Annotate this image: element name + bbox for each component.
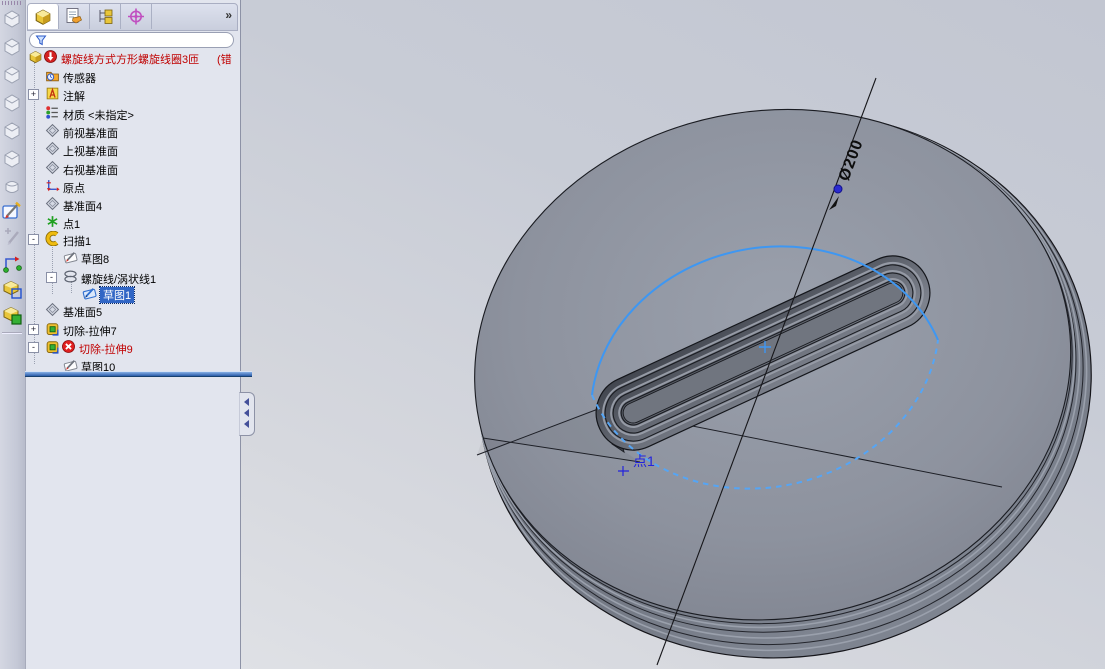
tree-row[interactable]: + 切除-拉伸7 [25, 321, 240, 338]
tree-item-label[interactable]: 草图8 [81, 251, 109, 267]
annotations-icon [45, 86, 60, 101]
toolbar-separator [2, 332, 22, 334]
expand-toggle[interactable]: - [46, 272, 57, 283]
tree-row[interactable]: 右视基准面 [25, 160, 240, 177]
dimension-point [833, 184, 843, 194]
expand-toggle[interactable]: - [28, 342, 39, 353]
point-icon [45, 214, 60, 229]
view-cube-icon[interactable] [1, 64, 23, 86]
tree-item-label[interactable]: 原点 [63, 180, 85, 196]
sketch-icon [63, 357, 78, 372]
sensors-icon [45, 68, 60, 83]
rollback-bar[interactable] [25, 371, 252, 377]
helix-icon [63, 269, 78, 284]
left-view-toolbar [0, 0, 26, 669]
route-tool-icon[interactable] [1, 252, 23, 274]
part-title-suffix: (错 [217, 54, 232, 66]
tree-row[interactable]: 传感器 [25, 68, 240, 85]
expand-toggle[interactable]: + [28, 89, 39, 100]
tree-row-error[interactable]: - 切除-拉伸9 [25, 339, 240, 356]
filter-funnel-icon [35, 34, 47, 46]
plane-icon [45, 196, 60, 211]
tree-row[interactable]: - 螺旋线/涡状线1 [25, 269, 240, 286]
collapse-arrow-icon [244, 409, 249, 417]
disc-model[interactable]: Ø200 点1 [438, 64, 1105, 669]
tab-configurationmanager[interactable] [90, 4, 121, 29]
sketch-icon [63, 249, 78, 264]
tree-row[interactable]: 材质 <未指定> [25, 105, 240, 122]
tree-item-label[interactable]: 基准面5 [63, 304, 102, 320]
expand-toggle[interactable]: - [28, 234, 39, 245]
error-icon [61, 339, 76, 354]
view-cube-icon[interactable] [1, 36, 23, 58]
part-icon [28, 49, 43, 64]
tree-item-label[interactable]: 上视基准面 [63, 143, 118, 159]
tree-row[interactable]: 点1 [25, 214, 240, 231]
tree-row-part[interactable]: 螺旋线方式方形螺旋线圈3匝 (错 [25, 49, 240, 66]
filter-input[interactable] [52, 33, 226, 47]
origin-icon [45, 178, 60, 193]
tree-item-label[interactable]: 前视基准面 [63, 125, 118, 141]
toolbar-grip[interactable] [2, 1, 22, 5]
tree-item-label[interactable]: 切除-拉伸9 [79, 341, 133, 357]
cut-extrude-icon [45, 321, 60, 336]
tree-item-label[interactable]: 草图1 [98, 286, 136, 304]
tree-filter[interactable] [29, 32, 234, 48]
part-title[interactable]: 螺旋线方式方形螺旋线圈3匝 [61, 51, 199, 67]
collapse-arrow-icon [244, 420, 249, 428]
tree-item-label[interactable]: 注解 [63, 88, 85, 104]
tree-row[interactable]: 基准面5 [25, 302, 240, 319]
tab-overflow-chevron[interactable]: » [225, 8, 232, 22]
material-icon [45, 105, 60, 120]
view-cube-icon[interactable] [1, 92, 23, 114]
tab-featuremanager[interactable] [28, 4, 59, 29]
expand-toggle[interactable]: + [28, 324, 39, 335]
tree-item-label[interactable]: 基准面4 [63, 198, 102, 214]
sweep-icon [45, 231, 60, 246]
tree-row[interactable]: 原点 [25, 178, 240, 195]
plane-icon [45, 123, 60, 138]
plane-icon [45, 160, 60, 175]
plane-icon [45, 302, 60, 317]
tab-propertymanager[interactable] [59, 4, 90, 29]
feature-box2-icon[interactable] [1, 304, 23, 326]
sketch-tool-icon[interactable] [1, 200, 23, 222]
propertymanager-icon [64, 7, 84, 26]
plane-icon [45, 141, 60, 156]
tab-dimxpertmanager[interactable] [121, 4, 152, 29]
tree-item-label[interactable]: 扫描1 [63, 233, 91, 249]
rebuild-error-icon [43, 49, 58, 64]
cut-extrude-icon [45, 339, 60, 354]
tree-item-label[interactable]: 材质 <未指定> [63, 107, 134, 123]
add-sketch-icon[interactable] [1, 226, 23, 248]
featuremanager-panel: » 螺旋线方式方形螺旋线圈3匝 (错 传感器 + 注解 材质 <未指定> 前视基… [25, 0, 241, 669]
view-cube-icon[interactable] [1, 148, 23, 170]
manager-tabbar: » [27, 3, 238, 31]
configurationmanager-icon [95, 7, 115, 26]
tree-row[interactable]: 前视基准面 [25, 123, 240, 140]
dimxpertmanager-icon [126, 7, 146, 26]
tree-row[interactable]: 草图8 [25, 249, 240, 266]
panel-collapse-handle[interactable] [239, 392, 255, 436]
featuremanager-icon [33, 7, 53, 26]
point1-label: 点1 [633, 453, 655, 469]
collapse-arrow-icon [244, 398, 249, 406]
tree-row[interactable]: + 注解 [25, 86, 240, 103]
tree-item-label[interactable]: 切除-拉伸7 [63, 323, 117, 339]
tree-item-label[interactable]: 点1 [63, 216, 80, 232]
tree-row[interactable]: - 扫描1 [25, 231, 240, 248]
sketch-active-icon [82, 285, 97, 300]
tree-item-label[interactable]: 传感器 [63, 70, 96, 86]
tree-row-selected[interactable]: 草图1 [25, 285, 240, 304]
feature-box-icon[interactable] [1, 278, 23, 300]
tree-row[interactable]: 基准面4 [25, 196, 240, 213]
view-cube-icon[interactable] [1, 120, 23, 142]
tree-item-label[interactable]: 右视基准面 [63, 162, 118, 178]
view-cube-icon[interactable] [1, 8, 23, 30]
tree-row[interactable]: 上视基准面 [25, 141, 240, 158]
view-cube-iso-icon[interactable] [1, 176, 23, 198]
